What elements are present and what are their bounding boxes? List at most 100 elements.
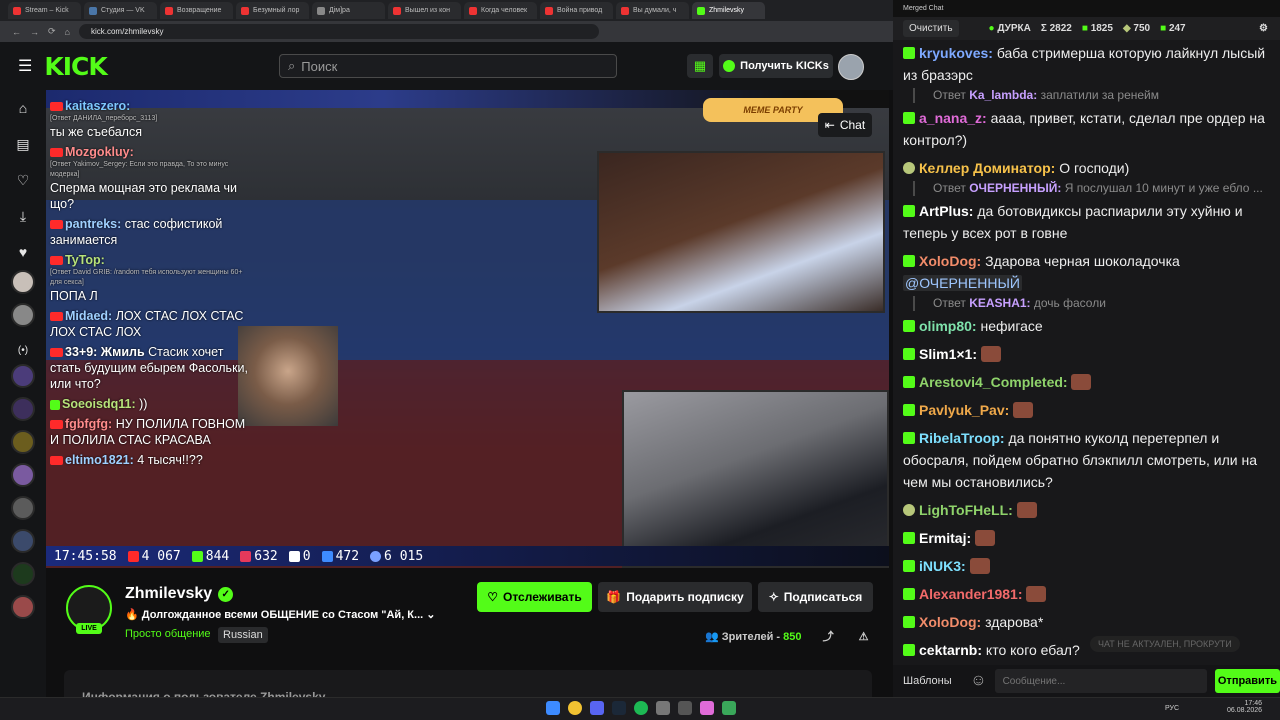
chat-username[interactable]: RibelaTroop: (919, 430, 1005, 446)
reply-username[interactable]: Ka_lambda: (969, 88, 1037, 102)
app-icon[interactable] (656, 701, 670, 715)
reload-icon[interactable]: ⟳ (48, 26, 56, 37)
kick-chat-count: ■ 1825 (1081, 23, 1113, 34)
start-icon[interactable] (546, 701, 560, 715)
browser-tab[interactable]: Возвращение (160, 2, 233, 19)
subscribe-button[interactable]: ✧ Подписаться (758, 582, 873, 612)
verified-icon: ✓ (218, 586, 234, 602)
clear-button[interactable]: Очистить (903, 20, 959, 37)
browser-tab[interactable]: Студия — VK (84, 2, 157, 19)
channel-avatar[interactable] (11, 364, 35, 388)
channel-avatar[interactable] (11, 496, 35, 520)
clock[interactable]: 17:46 06.08.2026 (1227, 700, 1262, 714)
keyboard-language[interactable]: РУС (1165, 705, 1179, 712)
get-kicks-button[interactable]: Получить KICKs (719, 54, 833, 78)
channel-avatar[interactable] (11, 529, 35, 553)
browser-tab[interactable]: Zhmilevsky (692, 2, 765, 19)
discord-icon[interactable] (590, 701, 604, 715)
browser-tab[interactable]: Безумный лор (236, 2, 309, 19)
channel-avatar[interactable] (11, 562, 35, 586)
stream-title: 🔥 Долгожданное всеми ОБЩЕНИЕ со Стасом "… (125, 608, 445, 621)
chevron-down-icon[interactable]: ⌄ (426, 609, 435, 621)
back-icon[interactable]: ← (12, 27, 21, 37)
video-player[interactable]: MEME PARTY ⇤ Chat kaitaszero: [Ответ ДАНИ… (46, 90, 889, 568)
home-icon[interactable]: ⌂ (0, 90, 46, 126)
chat-username[interactable]: Pavlyuk_Pav: (919, 402, 1009, 418)
menu-icon[interactable]: ☰ (18, 56, 32, 76)
favorites-icon[interactable]: ♥ (0, 234, 46, 270)
stream-category[interactable]: Просто общение (125, 628, 211, 640)
chat-username[interactable]: XoloDog: (919, 614, 981, 630)
chat-username[interactable]: XoloDog: (919, 253, 981, 269)
channel-avatar[interactable] (11, 303, 35, 327)
browser-tab[interactable]: Когда человек (464, 2, 537, 19)
app-icon[interactable] (722, 701, 736, 715)
chat-username[interactable]: Arestovi4_Completed: (919, 374, 1068, 390)
follow-button[interactable]: ♡ Отслеживать (477, 582, 592, 612)
chat-username[interactable]: Келлер Доминатор: (919, 160, 1055, 176)
browser-tab[interactable]: Stream – Kick (8, 2, 81, 19)
search-input[interactable]: ⌕ Поиск (279, 54, 617, 78)
report-icon[interactable]: ⚠ (859, 631, 869, 643)
channel-avatar[interactable] (11, 270, 35, 294)
chat-username[interactable]: Alexander1981: (919, 586, 1023, 602)
kick-logo[interactable]: KICK (44, 52, 107, 81)
user-avatar[interactable] (838, 54, 864, 80)
following-icon[interactable]: ♡ (0, 162, 46, 198)
streamer-name[interactable]: Zhmilevsky ✓ (125, 585, 234, 603)
chat-username[interactable]: Slim1×1: (919, 346, 977, 362)
send-button[interactable]: Отправить (1214, 669, 1280, 693)
browse-icon[interactable]: ▤ (0, 126, 46, 162)
chat-mention[interactable]: @ОЧЕРНЕННЫЙ (903, 275, 1022, 291)
scroll-notice[interactable]: ЧАТ НЕ АКТУАЛЕН, ПРОКРУТИ (1090, 636, 1240, 652)
chat-username[interactable]: kryukoves: (919, 45, 993, 61)
channel-avatar[interactable] (11, 463, 35, 487)
language-tag[interactable]: Russian (218, 627, 268, 643)
overlay-chat-message: 33+9: Жмиль Стасик хочет стать будущим е… (50, 344, 250, 392)
templates-button[interactable]: Шаблоны (903, 675, 962, 687)
chat-username[interactable]: a_nana_z: (919, 110, 987, 126)
platform-icon (903, 644, 915, 656)
chat-message: Alexander1981: (903, 583, 1273, 605)
reply-text: заплатили за ренейм (1040, 88, 1159, 102)
tab-label: Stream – Kick (25, 7, 69, 14)
chat-username[interactable]: LighToFHeLL: (919, 502, 1013, 518)
browser-tab[interactable]: Война привод (540, 2, 613, 19)
browser-tab[interactable]: Вышел из кон (388, 2, 461, 19)
reply-username[interactable]: ОЧЕРНЕННЫЙ: (969, 181, 1061, 195)
chat-username[interactable]: olimp80: (919, 318, 977, 334)
search-icon: ⌕ (288, 58, 296, 73)
channel-avatar[interactable] (11, 595, 35, 619)
channel-avatar[interactable] (11, 430, 35, 454)
download-icon[interactable]: ⤓ (0, 198, 46, 234)
overlay-username: Mozgokluy: (65, 145, 134, 159)
app-icon[interactable] (700, 701, 714, 715)
app-icon[interactable] (678, 701, 692, 715)
message-input[interactable] (994, 669, 1207, 693)
chat-username[interactable]: cektarnb: (919, 642, 982, 658)
home-icon[interactable]: ⌂ (65, 27, 70, 37)
browser-tab[interactable]: Вы думали, ч (616, 2, 689, 19)
gift-sub-button[interactable]: 🎁 Подарить подписку (598, 582, 752, 612)
platform-icon (903, 255, 915, 267)
reply-prefix: Ответ (933, 181, 970, 195)
library-button[interactable]: ▦ (687, 54, 713, 78)
browser-tab[interactable]: Дiм]ра (312, 2, 385, 19)
url-field[interactable]: kick.com/zhmilevsky (78, 24, 599, 39)
share-icon[interactable]: ⤴ (823, 631, 834, 643)
chat-username[interactable]: ArtPlus: (919, 203, 973, 219)
chrome-icon[interactable] (568, 701, 582, 715)
chat-username[interactable]: Ermitaj: (919, 530, 971, 546)
chat-icon: ⇤ (824, 118, 835, 132)
steam-icon[interactable] (612, 701, 626, 715)
chat-toggle-button[interactable]: ⇤ Chat (818, 113, 872, 137)
spotify-icon[interactable] (634, 701, 648, 715)
emoji-icon[interactable]: ☺ (970, 672, 986, 690)
channel-avatar[interactable] (11, 397, 35, 421)
chat-username[interactable]: iNUK3: (919, 558, 966, 574)
viewers-label: Зрителей - (721, 631, 781, 643)
settings-icon[interactable]: ⚙ (1259, 23, 1268, 34)
forward-icon[interactable]: → (30, 27, 39, 37)
chat-input-bar: Шаблоны ☺ Отправить (893, 665, 1280, 697)
reply-username[interactable]: KEASHA1: (969, 296, 1030, 310)
